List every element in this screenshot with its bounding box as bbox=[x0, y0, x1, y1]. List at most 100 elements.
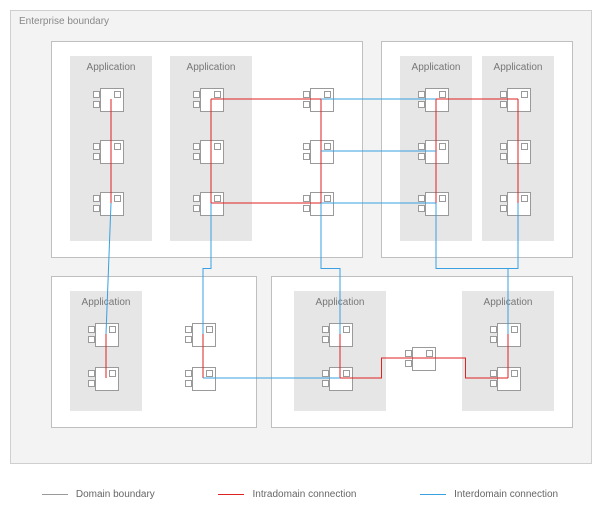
port-icon bbox=[405, 360, 412, 367]
port-icon bbox=[93, 101, 100, 108]
port-icon bbox=[439, 143, 446, 150]
port-icon bbox=[303, 205, 310, 212]
application-label: Application bbox=[170, 62, 252, 73]
legend-intra: Intradomain connection bbox=[218, 489, 356, 500]
port-icon bbox=[521, 143, 528, 150]
enterprise-boundary: Enterprise boundary ApplicationApplicati… bbox=[10, 10, 592, 464]
port-icon bbox=[500, 91, 507, 98]
domain-boundary: Application Application bbox=[51, 41, 363, 258]
pod-icon bbox=[200, 88, 224, 112]
port-icon bbox=[490, 370, 497, 377]
port-icon bbox=[193, 195, 200, 202]
port-icon bbox=[303, 101, 310, 108]
port-icon bbox=[418, 101, 425, 108]
domain-boundary: Application bbox=[51, 276, 257, 428]
domain-boundary: Application Application bbox=[381, 41, 573, 258]
pod-icon bbox=[192, 323, 216, 347]
port-icon bbox=[303, 91, 310, 98]
pod-icon bbox=[95, 367, 119, 391]
port-icon bbox=[93, 143, 100, 150]
pod-icon bbox=[497, 323, 521, 347]
port-icon bbox=[322, 380, 329, 387]
port-icon bbox=[185, 380, 192, 387]
port-icon bbox=[114, 91, 121, 98]
application-label: Application bbox=[70, 62, 152, 73]
application-box: Application bbox=[170, 56, 252, 241]
port-icon bbox=[343, 370, 350, 377]
line-icon bbox=[420, 494, 446, 495]
pod-icon bbox=[507, 140, 531, 164]
application-box: Application bbox=[294, 291, 386, 411]
port-icon bbox=[88, 370, 95, 377]
port-icon bbox=[109, 326, 116, 333]
application-label: Application bbox=[462, 297, 554, 308]
port-icon bbox=[490, 336, 497, 343]
port-icon bbox=[193, 205, 200, 212]
port-icon bbox=[88, 336, 95, 343]
port-icon bbox=[206, 370, 213, 377]
port-icon bbox=[418, 205, 425, 212]
port-icon bbox=[193, 143, 200, 150]
port-icon bbox=[114, 143, 121, 150]
port-icon bbox=[521, 91, 528, 98]
port-icon bbox=[324, 91, 331, 98]
pod-icon bbox=[329, 367, 353, 391]
application-label: Application bbox=[400, 62, 472, 73]
pod-icon bbox=[95, 323, 119, 347]
pod-icon bbox=[100, 88, 124, 112]
port-icon bbox=[500, 153, 507, 160]
application-box: Application bbox=[400, 56, 472, 241]
legend-label: Intradomain connection bbox=[252, 489, 356, 500]
application-label: Application bbox=[482, 62, 554, 73]
port-icon bbox=[426, 350, 433, 357]
port-icon bbox=[214, 91, 221, 98]
port-icon bbox=[193, 153, 200, 160]
legend-domain: Domain boundary bbox=[42, 489, 155, 500]
port-icon bbox=[322, 336, 329, 343]
legend-inter: Interdomain connection bbox=[420, 489, 558, 500]
pod-icon bbox=[192, 367, 216, 391]
port-icon bbox=[93, 91, 100, 98]
pod-icon bbox=[507, 192, 531, 216]
diagram-canvas: Enterprise boundary ApplicationApplicati… bbox=[0, 0, 600, 516]
port-icon bbox=[500, 101, 507, 108]
port-icon bbox=[185, 336, 192, 343]
port-icon bbox=[88, 380, 95, 387]
port-icon bbox=[500, 205, 507, 212]
port-icon bbox=[109, 370, 116, 377]
line-icon bbox=[42, 494, 68, 495]
port-icon bbox=[521, 195, 528, 202]
pod-icon bbox=[507, 88, 531, 112]
pod-icon bbox=[100, 140, 124, 164]
port-icon bbox=[324, 143, 331, 150]
port-icon bbox=[324, 195, 331, 202]
port-icon bbox=[214, 195, 221, 202]
port-icon bbox=[343, 326, 350, 333]
port-icon bbox=[193, 101, 200, 108]
pod-icon bbox=[310, 192, 334, 216]
application-label: Application bbox=[70, 297, 142, 308]
pod-icon bbox=[329, 323, 353, 347]
pod-icon bbox=[200, 140, 224, 164]
port-icon bbox=[214, 143, 221, 150]
pod-icon bbox=[310, 88, 334, 112]
port-icon bbox=[490, 380, 497, 387]
port-icon bbox=[303, 195, 310, 202]
port-icon bbox=[418, 195, 425, 202]
port-icon bbox=[418, 143, 425, 150]
port-icon bbox=[93, 153, 100, 160]
port-icon bbox=[303, 153, 310, 160]
port-icon bbox=[500, 143, 507, 150]
application-label: Application bbox=[294, 297, 386, 308]
port-icon bbox=[490, 326, 497, 333]
port-icon bbox=[303, 143, 310, 150]
port-icon bbox=[322, 326, 329, 333]
legend-label: Domain boundary bbox=[76, 489, 155, 500]
pod-icon bbox=[425, 88, 449, 112]
port-icon bbox=[418, 91, 425, 98]
port-icon bbox=[405, 350, 412, 357]
legend: Domain boundary Intradomain connection I… bbox=[10, 477, 590, 511]
application-box: Application bbox=[70, 291, 142, 411]
port-icon bbox=[114, 195, 121, 202]
legend-label: Interdomain connection bbox=[454, 489, 558, 500]
